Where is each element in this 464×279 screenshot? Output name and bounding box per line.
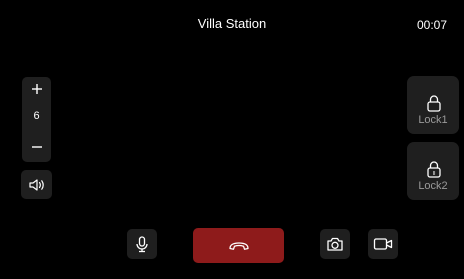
phone-hangup-icon xyxy=(228,241,249,250)
call-timer: 00:07 xyxy=(416,18,447,32)
mic-button[interactable] xyxy=(127,229,157,259)
microphone-icon xyxy=(136,235,148,252)
camera-icon xyxy=(327,237,343,251)
volume-panel: 6 xyxy=(22,77,51,162)
record-button[interactable] xyxy=(368,229,398,259)
video-icon xyxy=(373,238,393,250)
volume-down-button[interactable] xyxy=(22,136,51,158)
minus-icon xyxy=(31,146,42,148)
hangup-button[interactable] xyxy=(193,228,284,263)
call-title: Villa Station xyxy=(197,16,267,31)
lock1-button[interactable]: Lock1 xyxy=(407,76,459,134)
lock2-label: Lock2 xyxy=(418,180,448,192)
lock-icon: II xyxy=(427,161,441,178)
lock2-badge: II xyxy=(432,171,436,177)
speaker-button[interactable] xyxy=(21,170,52,199)
volume-level: 6 xyxy=(33,110,40,122)
lock1-label: Lock1 xyxy=(418,114,448,126)
volume-up-button[interactable] xyxy=(22,78,51,100)
snapshot-button[interactable] xyxy=(320,229,350,259)
lock-icon xyxy=(427,95,441,112)
plus-icon xyxy=(31,84,42,94)
lock2-button[interactable]: II Lock2 xyxy=(407,142,459,200)
speaker-icon xyxy=(28,178,44,191)
